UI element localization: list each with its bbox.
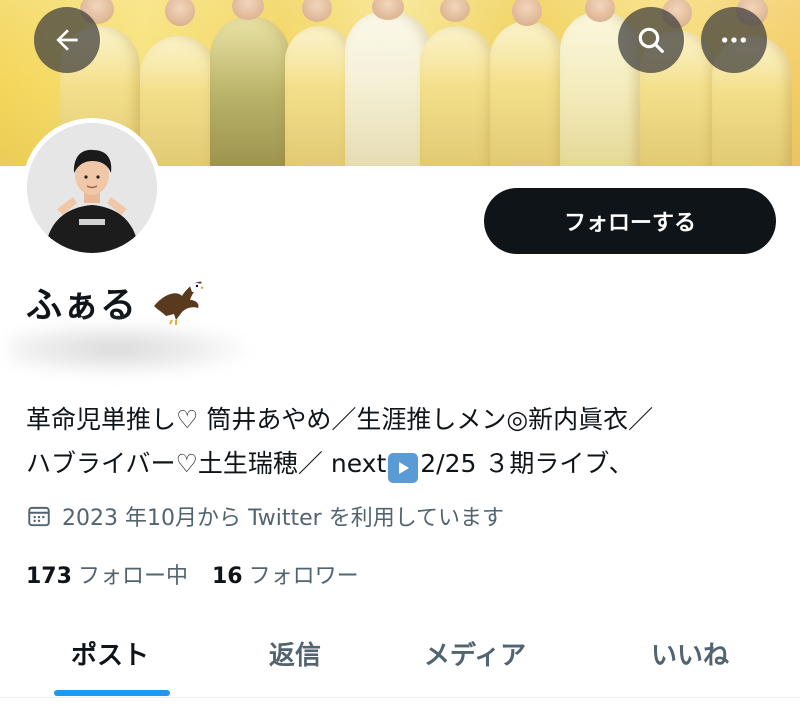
- follow-stats: 173 フォロー中 16 フォロワー: [26, 558, 359, 590]
- profile-tabs: ポスト 返信 メディア いいね: [0, 612, 800, 698]
- search-button[interactable]: [618, 7, 684, 73]
- calendar-icon: [28, 506, 50, 527]
- more-horizontal-icon: [722, 37, 746, 43]
- bio-text: 2/25 ３期ライブ、: [420, 449, 634, 478]
- arrow-left-icon: [56, 29, 78, 51]
- bio-line: 革命児単推し♡ 筒井あやめ／生涯推しメン◎新内眞衣／: [26, 405, 654, 434]
- followers-label: フォロワー: [248, 564, 359, 589]
- eagle-emoji: [154, 281, 204, 325]
- following-link[interactable]: 173 フォロー中: [26, 558, 188, 590]
- avatar[interactable]: [22, 118, 162, 258]
- profile-bio: 革命児単推し♡ 筒井あやめ／生涯推しメン◎新内眞衣／ ハブライバー♡土生瑞穂／ …: [26, 398, 786, 486]
- tab-posts[interactable]: ポスト: [0, 612, 220, 694]
- more-button[interactable]: [701, 7, 767, 73]
- bio-text: ハブライバー♡土生瑞穂／ next: [26, 449, 387, 478]
- play-button-emoji-icon: [388, 453, 419, 483]
- tab-media[interactable]: メディア: [370, 612, 580, 694]
- active-tab-indicator: [54, 690, 170, 696]
- back-button[interactable]: [34, 7, 100, 73]
- following-label: フォロー中: [77, 564, 188, 589]
- joined-date: 2023 年10月から Twitter を利用しています: [26, 500, 504, 532]
- username-handle-blurred: [8, 322, 248, 376]
- search-icon: [638, 27, 664, 53]
- avatar-image: [27, 123, 157, 253]
- tab-likes[interactable]: いいね: [585, 612, 795, 694]
- display-name: ふぁる: [26, 285, 138, 326]
- followers-count: 16: [211, 564, 243, 589]
- followers-link[interactable]: 16 フォロワー: [212, 558, 359, 590]
- follow-button[interactable]: フォローする: [484, 188, 776, 254]
- tab-replies[interactable]: 返信: [190, 612, 400, 694]
- following-count: 173: [26, 564, 72, 589]
- bio-line: ハブライバー♡土生瑞穂／ next 2/25 ３期ライブ、: [26, 442, 786, 486]
- joined-text: 2023 年10月から Twitter を利用しています: [62, 506, 505, 531]
